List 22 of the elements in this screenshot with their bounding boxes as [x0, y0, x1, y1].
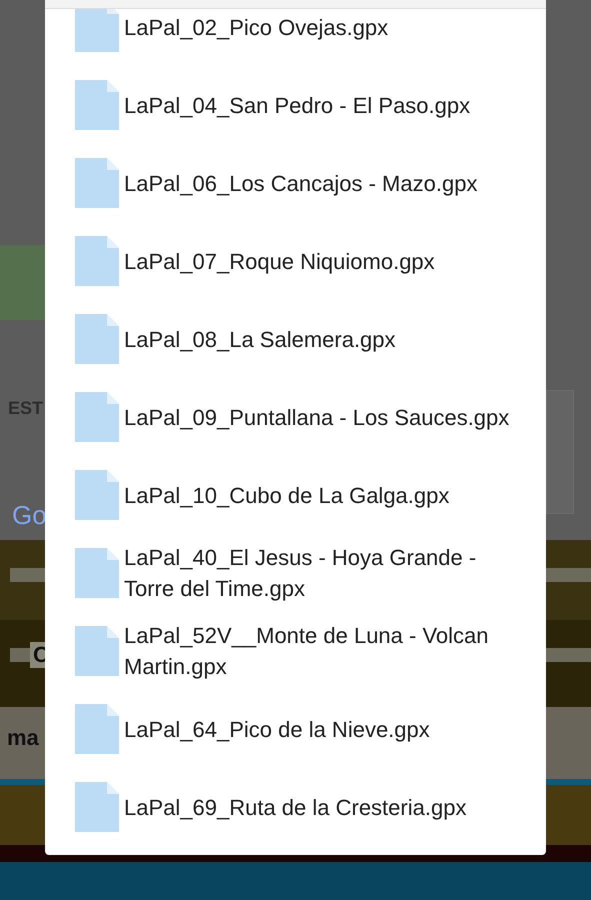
file-icon	[75, 314, 119, 364]
file-icon	[75, 392, 119, 442]
file-item[interactable]: LaPal_09_Puntallana - Los Sauces.gpx	[45, 378, 546, 456]
file-item[interactable]: LaPal_08_La Salemera.gpx	[45, 300, 546, 378]
map-attribution: Go	[12, 500, 47, 531]
file-icon	[75, 158, 119, 208]
file-item[interactable]: LaPal_69_Ruta de la Cresteria.gpx	[45, 768, 546, 846]
file-item[interactable]: LaPal_07_Roque Niquiomo.gpx	[45, 222, 546, 300]
file-icon	[75, 236, 119, 286]
file-item[interactable]: LaPal_06_Los Cancajos - Mazo.gpx	[45, 144, 546, 222]
file-icon	[75, 704, 119, 754]
file-item[interactable]: LaPal_02_Pico Ovejas.gpx	[45, 0, 546, 66]
file-icon	[75, 548, 119, 598]
file-icon	[75, 80, 119, 130]
file-icon	[75, 626, 119, 676]
file-icon	[75, 782, 119, 832]
label-fragment: ma	[7, 725, 39, 751]
file-icon	[75, 470, 119, 520]
file-item[interactable]: LaPal_10_Cubo de La Galga.gpx	[45, 456, 546, 534]
file-item[interactable]: LaPal_04_San Pedro - El Paso.gpx	[45, 66, 546, 144]
file-item[interactable]: LaPal_64_Pico de la Nieve.gpx	[45, 690, 546, 768]
file-item[interactable]: LaPal_40_El Jesus - Hoya Grande - Torre del Time.gpx	[45, 534, 546, 612]
